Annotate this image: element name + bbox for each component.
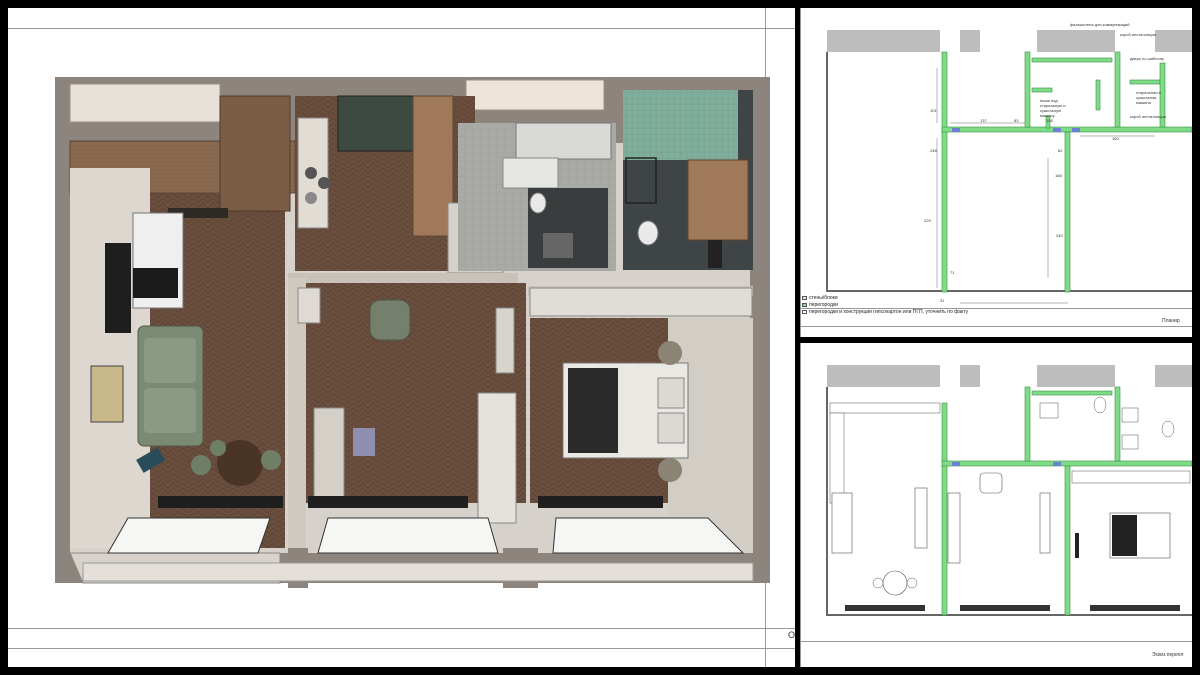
window-recess-bath: [465, 79, 605, 111]
shower-cabinet: [687, 159, 749, 241]
bedroom-lamp: [1075, 533, 1079, 558]
dimension-label: 31: [940, 298, 945, 303]
bath-stool: [543, 233, 573, 258]
furniture-layout-sheet: Эскиз перепл: [800, 343, 1192, 667]
bedroom-wardrobe: [529, 287, 753, 317]
legend-swatch: [802, 309, 807, 314]
radiator: [960, 605, 1050, 611]
sofa: [831, 492, 853, 554]
green-partitions: [941, 51, 1192, 293]
dimension-label: 137: [980, 118, 987, 123]
shower-radiator: [708, 240, 722, 268]
dimension-label: 83: [1014, 118, 1019, 123]
radiator: [538, 496, 663, 508]
furniture-plan: [826, 365, 1192, 616]
radiator: [845, 605, 925, 611]
radiator: [1090, 605, 1180, 611]
partition-plan: [826, 30, 1192, 304]
dining-chair: [261, 450, 281, 470]
dimension-label: 168: [1055, 173, 1062, 178]
sheet-corner-label: Эскиз перепл: [1152, 652, 1184, 658]
shelf-item: [305, 192, 317, 204]
dimension-label: 62: [1058, 148, 1063, 153]
legend-swatch: [802, 295, 807, 300]
dimension-label: 240: [1056, 233, 1063, 238]
note-label: короб инсталляции: [1130, 114, 1166, 119]
study-chair: [353, 428, 375, 456]
legend-item: стены/блоки: [802, 295, 838, 301]
wall-artwork: [90, 365, 124, 423]
bedroom-wardrobe: [1071, 470, 1191, 484]
toilet: [529, 192, 547, 214]
shelf-item: [318, 177, 330, 189]
dimension-label: 160: [1112, 136, 1119, 141]
kitchen-counter-side: [829, 412, 845, 504]
legend-item: перегородки: [802, 302, 838, 308]
washbasin: [1039, 402, 1059, 419]
note-label: фальшстена для коммуникаций: [1070, 22, 1130, 27]
nightstand: [658, 458, 682, 482]
shelf-item: [305, 167, 317, 179]
legend-item: перегородки и конструкции гипсокартон ил…: [802, 309, 968, 315]
bed-throw: [1112, 515, 1137, 556]
structural-block: [827, 30, 940, 52]
dining-table: [882, 570, 908, 596]
door-marker: [1053, 128, 1061, 132]
dimension-label: 229: [924, 218, 931, 223]
study-armchair: [369, 299, 411, 341]
entry-door: [337, 95, 419, 152]
tv-console-block: [133, 268, 178, 298]
dining-chair: [210, 440, 226, 456]
kitchen-counter: [829, 402, 941, 414]
green-partitions: [941, 386, 1192, 616]
radiator: [308, 496, 468, 508]
note-label: ниша под стиральную и сушильную машину: [1040, 98, 1066, 118]
note-label: короб инсталляции: [1120, 32, 1156, 37]
floor-plan-3d-sheet: О: [8, 8, 795, 667]
dining-chair: [906, 577, 918, 589]
kitchen-tall-cabinet: [219, 95, 291, 212]
study-bookcase: [477, 392, 517, 524]
toilet: [1093, 396, 1107, 414]
note-label: дверь по шаблону: [1130, 56, 1164, 61]
study-armchair: [979, 472, 1003, 494]
study-desk: [947, 492, 961, 564]
dimension-label: 248: [930, 148, 937, 153]
bathtub: [515, 122, 612, 160]
shower-tile-wall: [623, 90, 738, 160]
tv-unit: [914, 487, 928, 549]
study-side-shelf: [495, 307, 515, 374]
pillow: [657, 377, 685, 409]
study-shelf: [297, 287, 321, 324]
window-study: [317, 517, 499, 554]
washbasin: [1121, 434, 1139, 450]
shower-toilet: [637, 220, 659, 246]
bed-throw: [568, 368, 618, 453]
sheet-footer-line: [800, 641, 1192, 642]
dining-chair: [191, 455, 211, 475]
apartment-3d-plan: [55, 77, 770, 588]
tv-screen: [105, 243, 131, 333]
radiator: [158, 496, 283, 508]
dimension-label: 108: [1046, 118, 1053, 123]
nightstand: [658, 341, 682, 365]
dining-chair: [872, 577, 884, 589]
study-bookcase: [1039, 492, 1051, 554]
door-marker: [1072, 128, 1080, 132]
vanity: [502, 157, 559, 189]
sheet-corner-label: Планир: [1162, 318, 1180, 324]
note-label: стиральная и сушильная машина: [1136, 90, 1161, 105]
study-desk: [313, 407, 345, 499]
dimension-label: 101: [930, 108, 937, 113]
hall-wardrobe: [412, 95, 454, 237]
planning-sheet: фальшстена для коммуникаций короб инстал…: [800, 8, 1192, 337]
window-living: [107, 517, 271, 554]
pillow: [657, 412, 685, 444]
door-marker: [952, 128, 960, 132]
window-recess-kitchen: [69, 83, 221, 123]
toilet: [1161, 420, 1175, 438]
dimension-label: 71: [950, 270, 955, 275]
legend-swatch: [802, 302, 807, 307]
washbasin: [1121, 407, 1139, 423]
